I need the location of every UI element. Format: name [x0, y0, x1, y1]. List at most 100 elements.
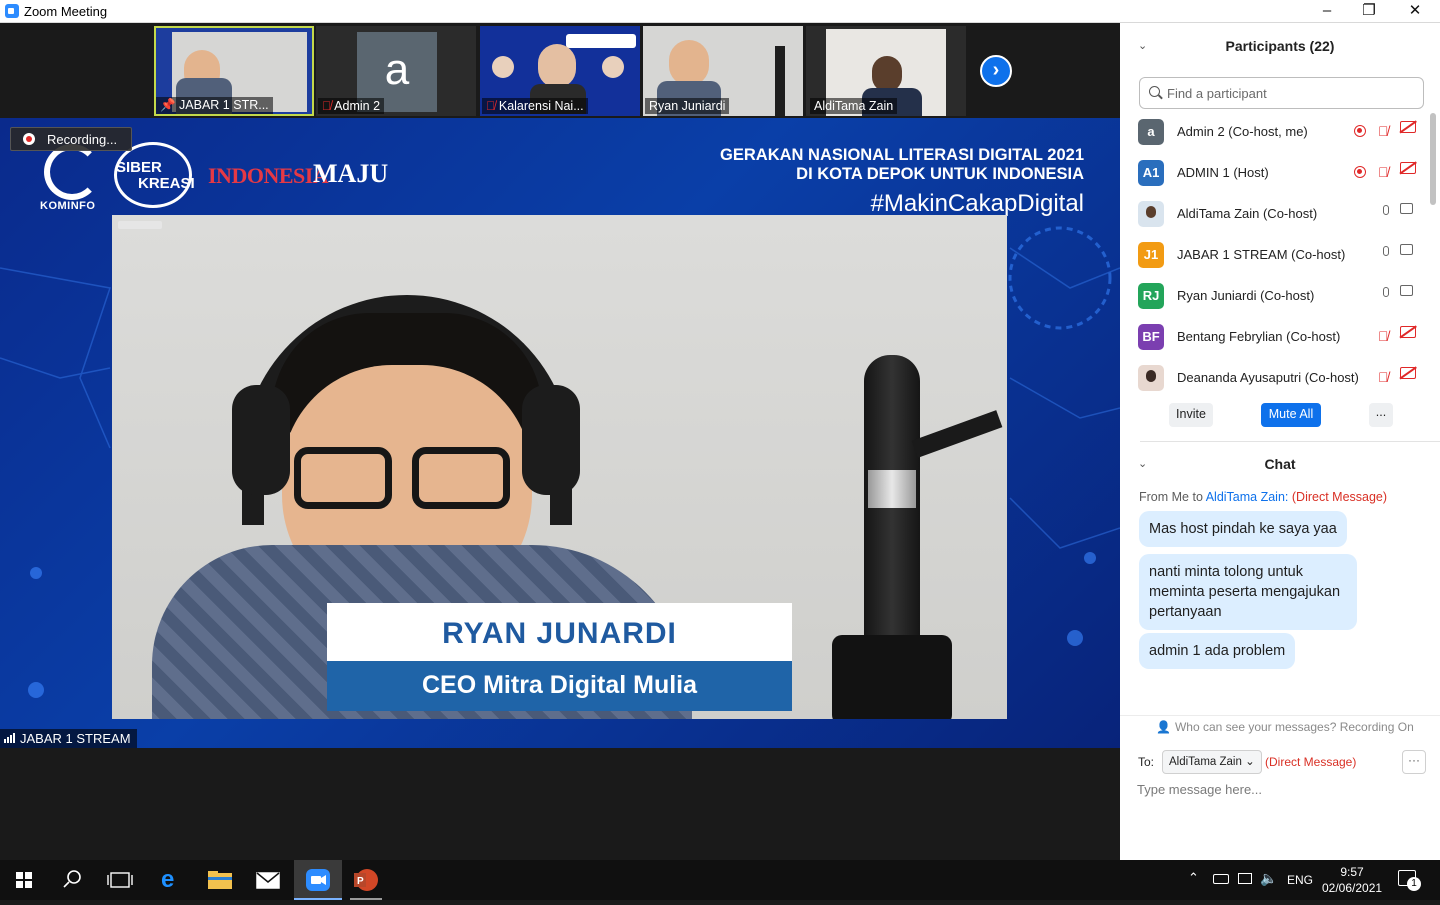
- recording-indicator[interactable]: Recording...: [10, 127, 132, 151]
- network-icon[interactable]: [1238, 873, 1252, 884]
- mic-muted-icon: 🎙̸: [322, 99, 335, 113]
- close-button[interactable]: ✕: [1392, 0, 1438, 23]
- siber-kreasi-logo-text: SIBER KREASI: [116, 160, 195, 192]
- participant-search-input[interactable]: Find a participant: [1139, 77, 1424, 109]
- headline-line-2: DI KOTA DEPOK UNTUK INDONESIA: [796, 165, 1084, 183]
- to-label: To:: [1138, 755, 1155, 769]
- mic-muted-icon[interactable]: 🎙̸: [1378, 328, 1394, 344]
- participant-name: JABAR 1 STREAM (Co-host): [1177, 247, 1346, 262]
- direct-message-tag: (Direct Message): [1265, 755, 1357, 769]
- person-head: [669, 40, 709, 86]
- participant-row[interactable]: a Admin 2 (Co-host, me) 🎙̸: [1138, 111, 1428, 151]
- mic-muted-icon[interactable]: 🎙̸: [1378, 369, 1394, 385]
- participant-name: AldiTama Zain (Co-host): [1177, 206, 1318, 221]
- task-view-icon[interactable]: [96, 860, 144, 900]
- file-explorer-icon[interactable]: [196, 860, 244, 900]
- language-indicator[interactable]: ENG: [1287, 873, 1313, 887]
- kominfo-logo-icon: [44, 144, 100, 200]
- divider: [1120, 715, 1440, 716]
- event-date-badge: [566, 34, 636, 48]
- chat-message-input[interactable]: Type message here...: [1137, 782, 1262, 797]
- glasses-right-graphic: [412, 447, 510, 509]
- video-off-icon[interactable]: [1399, 120, 1417, 137]
- search-icon-handle: [1158, 94, 1163, 100]
- earcup-right-graphic: [522, 385, 580, 495]
- thumbnail-admin-2[interactable]: a 🎙̸ Admin 2: [316, 26, 476, 116]
- window-title: Zoom Meeting: [24, 4, 108, 19]
- invite-button[interactable]: Invite: [1169, 403, 1213, 427]
- powerpoint-icon[interactable]: P: [342, 860, 390, 900]
- avatar-photo: [1138, 365, 1164, 391]
- thumbnail-label: AldiTama Zain: [810, 98, 898, 114]
- side-panel: ⌄ Participants (22) Find a participant a…: [1120, 23, 1440, 860]
- speaker-name-label: JABAR 1 STREAM: [20, 731, 131, 746]
- show-hidden-icons-chevron-icon[interactable]: ⌃: [1188, 870, 1199, 886]
- thumbnail-alditama[interactable]: AldiTama Zain: [806, 26, 966, 116]
- thumbnail-jabar-stream[interactable]: 📌 JABAR 1 STR...: [154, 26, 314, 116]
- mic-icon[interactable]: [1378, 246, 1394, 262]
- participant-row[interactable]: Deananda Ayusaputri (Co-host) 🎙̸: [1138, 357, 1428, 397]
- clock[interactable]: 9:57 02/06/2021: [1322, 864, 1382, 896]
- video-off-icon[interactable]: [1399, 366, 1417, 383]
- from-label: From Me to: [1139, 490, 1203, 504]
- minimize-button[interactable]: –: [1304, 0, 1350, 23]
- visibility-text: Who can see your messages? Recording On: [1174, 720, 1414, 734]
- recipient-link[interactable]: AldiTama Zain:: [1206, 490, 1289, 504]
- avatar-photo: [1138, 201, 1164, 227]
- microphone-band-graphic: [868, 470, 916, 508]
- active-speaker-label: JABAR 1 STREAM: [0, 729, 137, 748]
- participant-row[interactable]: A1 ADMIN 1 (Host) 🎙̸: [1138, 152, 1428, 192]
- chat-visibility-notice[interactable]: 👤 Who can see your messages? Recording On: [1156, 720, 1414, 734]
- mic-arm-graphic: [911, 410, 1003, 458]
- participant-row[interactable]: RJ Ryan Juniardi (Co-host): [1138, 275, 1428, 315]
- edge-browser-icon[interactable]: e: [148, 860, 196, 900]
- chat-sender-line: From Me to AldiTama Zain: (Direct Messag…: [1139, 490, 1387, 504]
- thumbnail-kalarensi[interactable]: 🎙̸ Kalarensi Nai...: [480, 26, 640, 116]
- hashtag: #MakinCakapDigital: [870, 190, 1084, 217]
- video-icon[interactable]: [1400, 285, 1416, 301]
- notifications-icon[interactable]: 1: [1398, 870, 1421, 891]
- mic-icon[interactable]: [1378, 287, 1394, 303]
- recipient-dropdown[interactable]: AldiTama Zain ⌄: [1162, 750, 1262, 774]
- more-options-button[interactable]: ...: [1369, 403, 1393, 427]
- participant-name: Bentang Febrylian (Co-host): [1177, 329, 1341, 344]
- video-off-icon[interactable]: [1399, 161, 1417, 178]
- battery-icon[interactable]: [1213, 874, 1229, 884]
- next-page-arrow-icon[interactable]: ›: [980, 55, 1012, 87]
- participant-row[interactable]: J1 JABAR 1 STREAM (Co-host): [1138, 234, 1428, 274]
- chat-more-button[interactable]: ···: [1402, 750, 1426, 774]
- glasses-left-graphic: [294, 447, 392, 509]
- mute-all-button[interactable]: Mute All: [1261, 403, 1321, 427]
- thumbnail-strip: 📌 JABAR 1 STR... a 🎙̸ Admin 2 🎙̸ Kalaren…: [0, 23, 1120, 118]
- kreasi-text: KREASI: [138, 175, 195, 192]
- collapse-chat-chevron-icon[interactable]: ⌄: [1138, 457, 1147, 470]
- windows-start-icon[interactable]: [0, 860, 48, 900]
- volume-icon[interactable]: 🔈: [1260, 870, 1277, 887]
- recording-status-icon: [1352, 164, 1368, 180]
- mail-icon[interactable]: [244, 860, 292, 900]
- mic-muted-icon[interactable]: 🎙̸: [1378, 123, 1394, 139]
- search-icon[interactable]: [48, 860, 96, 900]
- speaker-role: CEO Mitra Digital Mulia: [421, 671, 698, 699]
- pin-icon: 📌: [160, 98, 180, 112]
- speaker-name: RYAN JUNARDI: [442, 617, 677, 650]
- video-off-icon[interactable]: [1399, 325, 1417, 342]
- mic-icon[interactable]: [1378, 205, 1394, 221]
- collapse-participants-chevron-icon[interactable]: ⌄: [1138, 39, 1147, 52]
- thumbnail-ryan[interactable]: Ryan Juniardi: [643, 26, 803, 116]
- participant-row[interactable]: AldiTama Zain (Co-host): [1138, 193, 1428, 233]
- mic-muted-icon[interactable]: 🎙̸: [1378, 164, 1394, 180]
- video-icon[interactable]: [1400, 203, 1416, 219]
- thumbnail-label: 🎙̸ Admin 2: [318, 98, 385, 114]
- participants-scrollbar[interactable]: [1430, 113, 1436, 205]
- chat-title: Chat: [1264, 456, 1296, 472]
- chat-message: admin 1 ada problem: [1139, 633, 1296, 669]
- participant-row[interactable]: BF Bentang Febrylian (Co-host) 🎙̸: [1138, 316, 1428, 356]
- participant-name: ADMIN 1 (Host): [1177, 165, 1269, 180]
- video-icon[interactable]: [1400, 244, 1416, 260]
- maximize-button[interactable]: ❐: [1346, 0, 1392, 23]
- zoom-taskbar-icon[interactable]: [294, 860, 342, 900]
- title-bar: Zoom Meeting – ❐ ✕: [0, 0, 1440, 23]
- record-icon: [23, 133, 35, 145]
- thumbnail-label: 🎙̸ Kalarensi Nai...: [482, 98, 588, 114]
